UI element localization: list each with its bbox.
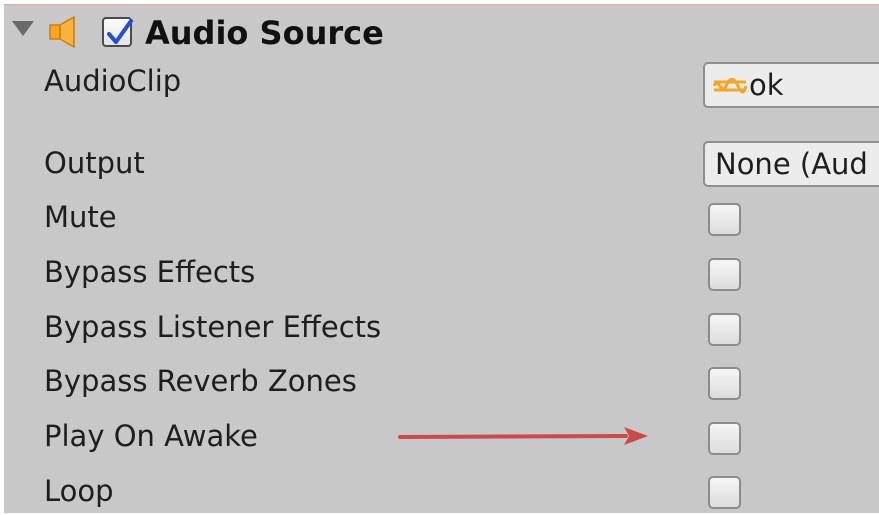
annotation-arrow-icon [398,427,648,445]
output-label: Output [44,146,145,180]
audio-clip-value: ok [749,68,784,102]
bypass-effects-checkbox[interactable] [708,258,741,291]
checkmark-icon [107,19,133,44]
component-enabled-checkbox[interactable] [102,17,133,47]
play-on-awake-checkbox[interactable] [708,422,741,455]
loop-label: Loop [44,474,114,508]
audio-source-inspector: Audio Source AudioClip ok Output None (A… [4,4,879,513]
bypass-reverb-zones-label: Bypass Reverb Zones [44,364,357,398]
audio-clip-icon [713,77,747,94]
output-field[interactable]: None (Aud [703,141,879,187]
mute-checkbox[interactable] [708,203,741,236]
audio-clip-field[interactable]: ok [703,62,879,108]
bypass-effects-label: Bypass Effects [44,255,256,289]
audio-clip-label: AudioClip [44,64,182,98]
bypass-reverb-zones-checkbox[interactable] [708,367,741,400]
foldout-arrow-icon[interactable] [12,21,34,36]
component-header[interactable]: Audio Source [4,5,879,57]
speaker-icon [49,15,75,49]
component-title: Audio Source [145,14,384,52]
loop-checkbox[interactable] [708,476,741,509]
mute-label: Mute [44,200,117,234]
bypass-listener-effects-checkbox[interactable] [708,313,741,346]
play-on-awake-label: Play On Awake [44,419,258,453]
bypass-listener-effects-label: Bypass Listener Effects [44,310,382,344]
